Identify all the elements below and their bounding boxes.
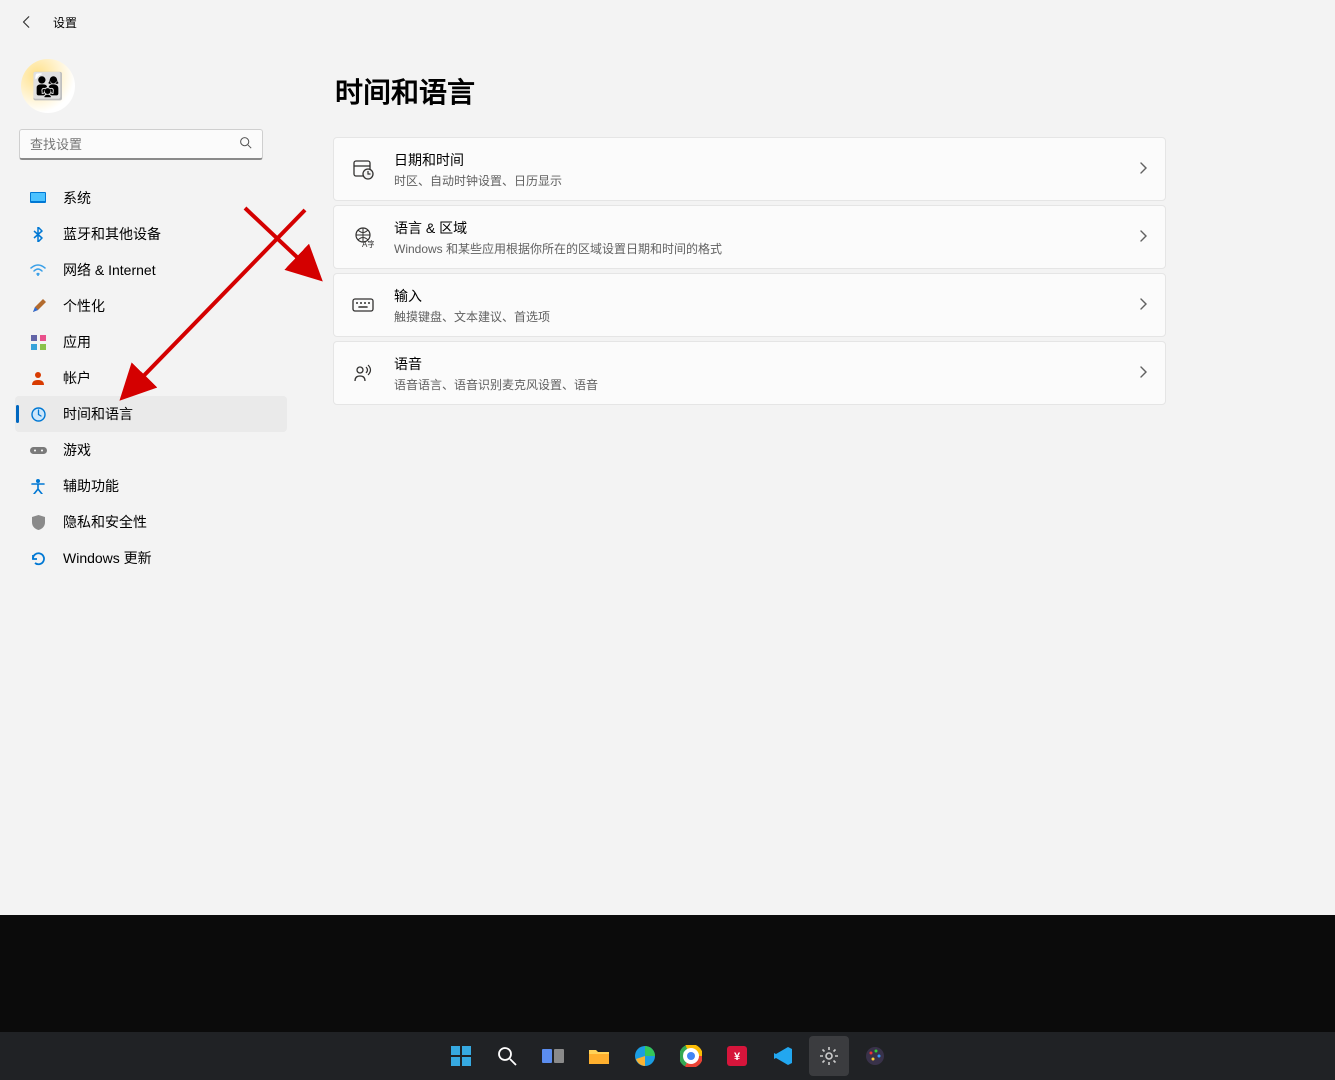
- gamepad-icon: [29, 441, 47, 459]
- taskbar-taskview-button[interactable]: [533, 1036, 573, 1076]
- search-icon: [239, 136, 252, 152]
- taskbar-settings[interactable]: [809, 1036, 849, 1076]
- sidebar-item-label: 时间和语言: [63, 404, 133, 424]
- sidebar-item-bluetooth[interactable]: 蓝牙和其他设备: [15, 216, 287, 252]
- keyboard-icon: [352, 294, 374, 316]
- card-desc: Windows 和某些应用根据你所在的区域设置日期和时间的格式: [394, 240, 1119, 257]
- back-button[interactable]: [19, 14, 35, 30]
- sidebar-item-update[interactable]: Windows 更新: [15, 540, 287, 576]
- app-title: 设置: [53, 14, 77, 31]
- taskbar-edge[interactable]: [625, 1036, 665, 1076]
- card-speech[interactable]: 语音 语音语言、语音识别麦克风设置、语音: [333, 341, 1166, 405]
- sidebar-item-label: 游戏: [63, 440, 91, 460]
- search-box[interactable]: [19, 129, 263, 160]
- sidebar-item-label: 蓝牙和其他设备: [63, 224, 161, 244]
- card-date-time[interactable]: 日期和时间 时区、自动时钟设置、日历显示: [333, 137, 1166, 201]
- globe-language-icon: A字: [352, 226, 374, 248]
- main-content: 时间和语言 日期和时间 时区、自动时钟设置、日历显示 A字 语言 &: [297, 39, 1210, 913]
- taskbar-search-button[interactable]: [487, 1036, 527, 1076]
- search-input[interactable]: [30, 137, 239, 152]
- taskbar-paint[interactable]: [855, 1036, 895, 1076]
- card-title: 日期和时间: [394, 150, 1119, 170]
- sidebar-item-apps[interactable]: 应用: [15, 324, 287, 360]
- sidebar-item-label: 帐户: [63, 368, 91, 388]
- card-title: 输入: [394, 286, 1119, 306]
- sidebar-item-label: Windows 更新: [63, 548, 152, 568]
- svg-text:¥: ¥: [733, 1051, 740, 1063]
- sidebar-item-label: 个性化: [63, 296, 105, 316]
- shield-icon: [29, 513, 47, 531]
- person-icon: [29, 369, 47, 387]
- card-desc: 时区、自动时钟设置、日历显示: [394, 172, 1119, 189]
- sidebar-item-label: 辅助功能: [63, 476, 119, 496]
- sidebar-item-privacy[interactable]: 隐私和安全性: [15, 504, 287, 540]
- taskbar-start-button[interactable]: [441, 1036, 481, 1076]
- globe-clock-icon: [29, 405, 47, 423]
- titlebar: 设置: [5, 5, 1210, 39]
- wifi-icon: [29, 261, 47, 279]
- user-avatar-row[interactable]: 👨‍👩‍👧: [15, 59, 287, 113]
- card-language-region[interactable]: A字 语言 & 区域 Windows 和某些应用根据你所在的区域设置日期和时间的…: [333, 205, 1166, 269]
- sidebar-item-network[interactable]: 网络 & Internet: [15, 252, 287, 288]
- bluetooth-icon: [29, 225, 47, 243]
- avatar: 👨‍👩‍👧: [21, 59, 75, 113]
- chevron-right-icon: [1139, 161, 1147, 177]
- chevron-right-icon: [1139, 229, 1147, 245]
- sidebar-item-label: 应用: [63, 332, 91, 352]
- sidebar-item-label: 系统: [63, 188, 91, 208]
- sidebar-item-label: 隐私和安全性: [63, 512, 147, 532]
- card-typing[interactable]: 输入 触摸键盘、文本建议、首选项: [333, 273, 1166, 337]
- card-desc: 触摸键盘、文本建议、首选项: [394, 308, 1119, 325]
- accessibility-icon: [29, 477, 47, 495]
- update-icon: [29, 549, 47, 567]
- sidebar-item-label: 网络 & Internet: [63, 260, 156, 280]
- calendar-clock-icon: [352, 158, 374, 180]
- taskbar-chrome[interactable]: [671, 1036, 711, 1076]
- chevron-right-icon: [1139, 365, 1147, 381]
- settings-window: 设置 👨‍👩‍👧 系统: [5, 5, 1210, 913]
- taskbar-app-red[interactable]: ¥: [717, 1036, 757, 1076]
- sidebar-item-system[interactable]: 系统: [15, 180, 287, 216]
- apps-icon: [29, 333, 47, 351]
- display-icon: [29, 189, 47, 207]
- taskbar: ¥: [0, 1032, 1335, 1080]
- brush-icon: [29, 297, 47, 315]
- sidebar: 👨‍👩‍👧 系统 蓝牙和: [5, 39, 297, 913]
- card-title: 语音: [394, 354, 1119, 374]
- sidebar-item-accounts[interactable]: 帐户: [15, 360, 287, 396]
- sidebar-item-accessibility[interactable]: 辅助功能: [15, 468, 287, 504]
- card-title: 语言 & 区域: [394, 218, 1119, 238]
- page-title: 时间和语言: [333, 71, 1166, 111]
- card-desc: 语音语言、语音识别麦克风设置、语音: [394, 376, 1119, 393]
- sidebar-item-personalization[interactable]: 个性化: [15, 288, 287, 324]
- speech-icon: [352, 362, 374, 384]
- svg-text:A字: A字: [362, 239, 374, 248]
- taskbar-vscode[interactable]: [763, 1036, 803, 1076]
- sidebar-item-gaming[interactable]: 游戏: [15, 432, 287, 468]
- sidebar-item-time-language[interactable]: 时间和语言: [15, 396, 287, 432]
- taskbar-explorer[interactable]: [579, 1036, 619, 1076]
- chevron-right-icon: [1139, 297, 1147, 313]
- nav-list: 系统 蓝牙和其他设备 网络 & Internet: [15, 180, 287, 576]
